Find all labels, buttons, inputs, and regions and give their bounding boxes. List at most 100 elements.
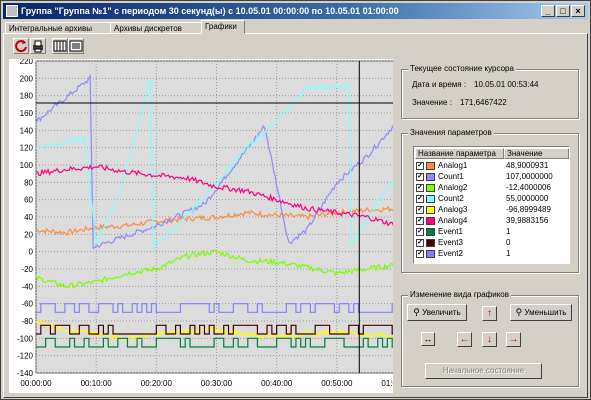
y-tick-label: -100: [17, 334, 34, 343]
minimize-button[interactable]: _: [541, 5, 555, 17]
parameter-name: Event2: [438, 249, 463, 258]
y-tick-label: 0: [29, 248, 34, 257]
y-tick-label: 200: [20, 74, 34, 83]
y-tick-label: 100: [20, 161, 34, 170]
tab-graphs[interactable]: Графики: [201, 20, 245, 34]
zoom-in-button[interactable]: ⚲ Увеличить: [407, 304, 467, 321]
x-tick-label: 00:50:00: [321, 379, 353, 388]
x-tick-label: 00:30:00: [201, 379, 233, 388]
zoom-in-label: Увеличить: [422, 308, 461, 317]
zoom-out-label: Уменьшить: [524, 308, 567, 317]
parameter-value: 107,0000000: [506, 172, 553, 181]
datetime-value: 10.05.01 00:53:44: [474, 80, 539, 89]
view-controls-title: Изменение вида графиков: [408, 290, 512, 299]
parameter-name: Analog4: [438, 216, 468, 225]
parameters-list[interactable]: Название параметра Значение ✓ Analog1 48,9…: [413, 146, 570, 264]
checkbox[interactable]: ✓: [416, 250, 424, 258]
y-tick-label: 220: [20, 59, 34, 66]
color-swatch[interactable]: [426, 206, 435, 214]
col-header-name[interactable]: Название параметра: [415, 148, 504, 159]
y-tick-label: 40: [24, 213, 33, 222]
grid-view-icon[interactable]: [52, 38, 68, 54]
datetime-label: Дата и время :: [412, 80, 467, 89]
window-title: Группа "Группа №1" с периодом 30 секунд(…: [21, 6, 399, 16]
parameter-value: 39,9883156: [506, 216, 549, 225]
checkbox[interactable]: ✓: [416, 228, 424, 236]
parameter-value: 1: [506, 227, 511, 236]
x-tick-label: 00:40:00: [261, 379, 293, 388]
parameter-name: Event1: [438, 227, 463, 236]
checkbox[interactable]: ✓: [416, 217, 424, 225]
arrow-up-button[interactable]: ↑: [482, 306, 497, 321]
x-tick-label: 01:00:00: [381, 379, 393, 388]
maximize-button[interactable]: □: [556, 5, 570, 17]
y-tick-label: 80: [24, 178, 33, 187]
y-tick-label: 20: [24, 230, 33, 239]
parameter-name: Analog2: [438, 183, 468, 192]
color-swatch[interactable]: [426, 162, 435, 170]
parameter-name: Event3: [438, 238, 463, 247]
app-icon: [6, 5, 18, 17]
arrow-up-icon: ↑: [487, 308, 492, 319]
cursor-state-group: Текущее состояние курсора Дата и время :…: [401, 64, 579, 119]
color-swatch[interactable]: [426, 217, 435, 225]
y-tick-label: -140: [17, 369, 34, 378]
y-tick-label: 60: [24, 196, 33, 205]
y-tick-label: -120: [17, 352, 34, 361]
reset-view-button[interactable]: Начальное состояние: [425, 363, 542, 379]
fit-width-button[interactable]: ↔: [421, 332, 435, 346]
color-swatch[interactable]: [426, 228, 435, 236]
x-tick-label: 00:20:00: [141, 379, 173, 388]
checkbox[interactable]: ✓: [416, 173, 424, 181]
parameter-name: Analog3: [438, 205, 468, 214]
parameter-name: Analog1: [438, 161, 468, 170]
color-swatch[interactable]: [426, 239, 435, 247]
x-tick-label: 00:10:00: [81, 379, 113, 388]
checkbox[interactable]: ✓: [416, 184, 424, 192]
line-chart[interactable]: 220200180160140120100806040200-20-40-60-…: [9, 59, 393, 393]
color-swatch[interactable]: [426, 184, 435, 192]
arrow-right-button[interactable]: →: [506, 332, 521, 347]
title-bar[interactable]: Группа "Группа №1" с периодом 30 секунд(…: [3, 3, 588, 19]
cursor-state-title: Текущее состояние курсора: [408, 64, 516, 73]
parameter-value: -12,4000006: [506, 183, 551, 192]
col-header-value[interactable]: Значение: [504, 148, 569, 159]
arrow-down-button[interactable]: ↓: [482, 332, 497, 347]
parameter-value: -96,8999489: [506, 205, 551, 214]
x-tick-label: 00:00:00: [20, 379, 52, 388]
y-tick-label: -80: [21, 317, 33, 326]
magnifier-icon: ⚲: [413, 307, 420, 317]
checkbox[interactable]: ✓: [416, 239, 424, 247]
parameter-name: Count1: [438, 172, 464, 181]
chart-area: 220 200 180 160 140 120 100 80 60 40 20 0 -20 -40 -60-…: [9, 59, 393, 393]
cursor-value: 171,6467422: [460, 98, 507, 107]
arrow-left-icon: ←: [459, 334, 470, 345]
parameter-value: 55,0000000: [506, 194, 549, 203]
checkbox[interactable]: ✓: [416, 162, 424, 170]
main-window: Группа "Группа №1" с периодом 30 секунд(…: [0, 0, 591, 400]
close-button[interactable]: ×: [571, 5, 585, 17]
print-icon[interactable]: [30, 38, 46, 54]
y-tick-label: -20: [21, 265, 33, 274]
fit-width-icon: ↔: [423, 334, 433, 344]
refresh-icon[interactable]: [13, 38, 29, 54]
list-view-icon[interactable]: [68, 38, 84, 54]
y-tick-label: 140: [20, 126, 34, 135]
color-swatch[interactable]: [426, 250, 435, 258]
color-swatch[interactable]: [426, 173, 435, 181]
magnifier-icon: ⚲: [515, 307, 523, 317]
color-swatch[interactable]: [426, 195, 435, 203]
parameter-value: 48,9000931: [506, 161, 549, 170]
cursor-value-label: Значение :: [412, 98, 452, 107]
parameter-value: 1: [506, 249, 511, 258]
arrow-left-button[interactable]: ←: [457, 332, 472, 347]
checkbox[interactable]: ✓: [416, 206, 424, 214]
y-tick-label: 160: [20, 109, 34, 118]
parameter-value: 0: [506, 238, 511, 247]
arrow-down-icon: ↓: [487, 334, 492, 345]
y-tick-label: 120: [20, 144, 34, 153]
zoom-out-button[interactable]: ⚲ Уменьшить: [510, 304, 572, 321]
arrow-right-icon: →: [508, 334, 519, 345]
checkbox[interactable]: ✓: [416, 195, 424, 203]
y-tick-label: -60: [21, 300, 33, 309]
